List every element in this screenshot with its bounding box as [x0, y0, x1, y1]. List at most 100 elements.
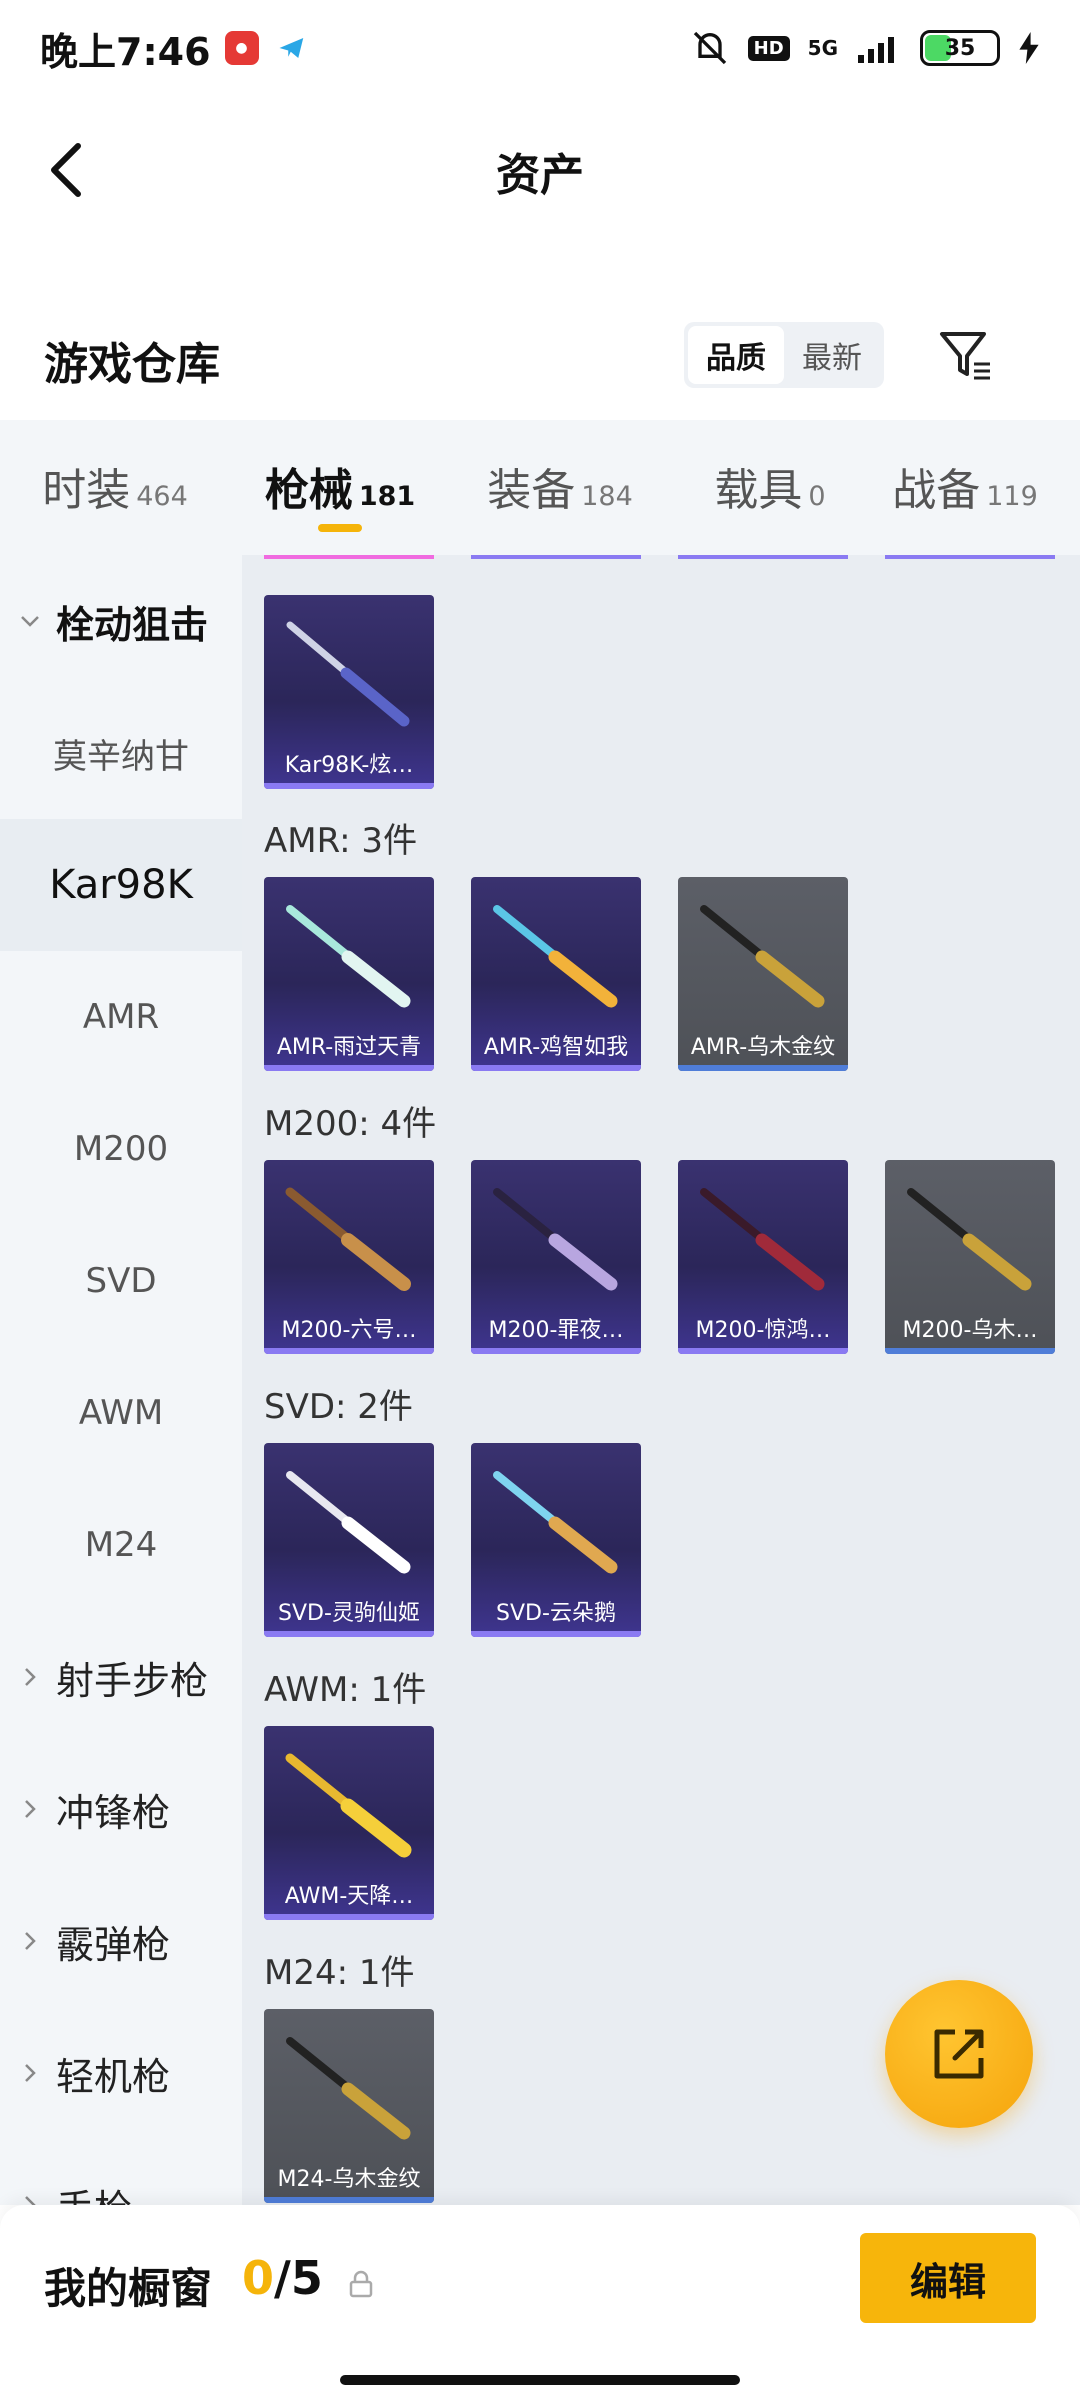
chevron-right-icon: [25, 2196, 36, 2205]
rifle-icon: [700, 1188, 825, 1291]
weapon-card[interactable]: M200-惊鸿…: [678, 1160, 848, 1354]
sidebar-item-label: M24: [84, 1525, 158, 1565]
section-title: SVD: 2件: [264, 1387, 413, 1427]
tab-gear[interactable]: 战备 119: [870, 454, 1060, 518]
showcase-bar: 我的橱窗 0/5 编辑: [0, 2205, 1080, 2400]
sidebar-item-m200[interactable]: M200: [0, 1083, 242, 1215]
sidebar-group-shotgun[interactable]: 霰弹枪: [0, 1875, 242, 2007]
sort-quality-button[interactable]: 品质: [688, 326, 784, 384]
weapon-card[interactable]: AMR-乌木金纹: [678, 877, 848, 1071]
rarity-bar: [264, 555, 434, 559]
weapon-card[interactable]: M24-乌木金纹: [264, 2009, 434, 2203]
weapon-name: M200-六号…: [281, 1318, 417, 1343]
signal-icon: [858, 37, 894, 63]
weapon-card[interactable]: M200-乌木…: [885, 1160, 1055, 1354]
sidebar-item-label: M200: [73, 1129, 169, 1169]
sidebar-item-amr[interactable]: AMR: [0, 951, 242, 1083]
rifle-icon: [285, 1753, 412, 1858]
edit-button[interactable]: 编辑: [860, 2233, 1036, 2323]
weapon-card[interactable]: AMR-鸡智如我: [471, 877, 641, 1071]
sidebar-item-label: Kar98K: [49, 862, 193, 908]
rifle-icon: [907, 1188, 1032, 1291]
rifle-icon: [286, 2037, 411, 2140]
rifle-icon: [700, 905, 825, 1008]
category-tabs: 时装 464 枪械 181 装备 184 载具 0 战备 119: [0, 420, 1080, 555]
sort-toggle: 品质 最新: [684, 322, 884, 388]
section-title: M24: 1件: [264, 1953, 415, 1993]
weapon-name: M24-乌木金纹: [277, 2167, 421, 2192]
rarity-bar: [471, 1631, 641, 1637]
rarity-bar: [885, 555, 1055, 559]
showcase-title: 我的橱窗: [44, 2264, 213, 2313]
sidebar-item-label: 手枪: [56, 2178, 132, 2206]
chevron-right-icon: [25, 1800, 36, 1818]
sidebar-group-smg[interactable]: 冲锋枪: [0, 1743, 242, 1875]
weapon-card[interactable]: AWM-天降…: [264, 1726, 434, 1920]
weapon-card[interactable]: SVD-灵驹仙姬: [264, 1443, 434, 1637]
warehouse-title: 游戏仓库: [44, 339, 220, 390]
section-title: M200: 4件: [264, 1104, 437, 1144]
sidebar-item-awm[interactable]: AWM: [0, 1347, 242, 1479]
rarity-bar: [678, 1348, 848, 1354]
weapon-name: AWM-天降…: [284, 1884, 414, 1909]
tab-vehicles[interactable]: 载具 0: [670, 454, 870, 518]
weapon-card[interactable]: Kar98K-炫…: [264, 595, 434, 789]
chevron-right-icon: [25, 2064, 36, 2082]
sidebar-item-m24[interactable]: M24: [0, 1479, 242, 1611]
showcase-total: 5: [290, 2251, 323, 2305]
sidebar-item-mosin[interactable]: 莫辛纳甘: [0, 687, 242, 819]
previous-row-bars: [264, 555, 1055, 559]
section-title: AWM: 1件: [264, 1670, 427, 1710]
rifle-icon: [493, 1471, 618, 1574]
tab-label: 载具: [714, 465, 803, 516]
weapon-name: SVD-云朵鹅: [496, 1601, 616, 1626]
sidebar-group-marksman[interactable]: 射手步枪: [0, 1611, 242, 1743]
sort-newest-button[interactable]: 最新: [784, 326, 880, 384]
battery-icon: 35: [920, 30, 1000, 66]
sidebar-group-lmg[interactable]: 轻机枪: [0, 2007, 242, 2139]
showcase-current: 0: [242, 2251, 275, 2305]
sidebar-item-svd[interactable]: SVD: [0, 1215, 242, 1347]
weapon-name: Kar98K-炫…: [284, 753, 414, 778]
warehouse-header: 游戏仓库 品质 最新: [0, 300, 1080, 420]
filter-button[interactable]: [930, 320, 1002, 392]
back-button[interactable]: [36, 140, 96, 200]
sidebar-group-pistol[interactable]: 手枪: [0, 2139, 242, 2205]
weapon-card[interactable]: SVD-云朵鹅: [471, 1443, 641, 1637]
tab-equipment[interactable]: 装备 184: [450, 454, 670, 518]
active-tab-indicator: [318, 524, 362, 532]
rifle-icon: [286, 621, 410, 727]
chevron-left-icon: [51, 143, 81, 197]
lock-icon: [349, 2270, 373, 2298]
mute-icon: [693, 31, 726, 65]
page-title: 资产: [496, 150, 584, 201]
share-external-icon: [934, 2029, 984, 2079]
sidebar-item-label: 轻机枪: [56, 2054, 171, 2099]
charging-icon: [1019, 32, 1039, 64]
chevron-right-icon: [25, 1932, 36, 1950]
weapon-card[interactable]: AMR-雨过天青: [264, 877, 434, 1071]
network-type: 5G: [807, 36, 838, 60]
share-fab[interactable]: [885, 1980, 1033, 2128]
sidebar-item-kar98k[interactable]: Kar98K: [0, 819, 242, 951]
tab-count: 464: [136, 481, 188, 512]
tab-fashion[interactable]: 时装 464: [0, 454, 230, 518]
chevron-down-icon: [21, 616, 39, 627]
weapon-card[interactable]: M200-六号…: [264, 1160, 434, 1354]
chevron-right-icon: [25, 1668, 36, 1686]
home-indicator[interactable]: [340, 2375, 740, 2385]
sidebar-item-label: AMR: [82, 997, 160, 1037]
tab-firearms[interactable]: 枪械 181: [230, 454, 450, 532]
tab-label: 枪械: [264, 465, 353, 516]
weapon-category-sidebar: 栓动狙击 莫辛纳甘 Kar98K AMR M200 SVD AWM M24 射手…: [0, 555, 242, 2205]
sidebar-item-label: 霰弹枪: [56, 1922, 171, 1967]
tab-label: 战备: [892, 465, 981, 516]
sidebar-item-label: 冲锋枪: [56, 1790, 171, 1835]
sidebar-group-bolt-action[interactable]: 栓动狙击: [0, 555, 242, 687]
app-header: 资产: [0, 96, 1080, 246]
rarity-bar: [264, 1348, 434, 1354]
rifle-icon: [286, 1471, 411, 1574]
sidebar-item-label: 栓动狙击: [56, 602, 209, 647]
sidebar-item-label: 莫辛纳甘: [53, 736, 189, 777]
weapon-card[interactable]: M200-罪夜…: [471, 1160, 641, 1354]
